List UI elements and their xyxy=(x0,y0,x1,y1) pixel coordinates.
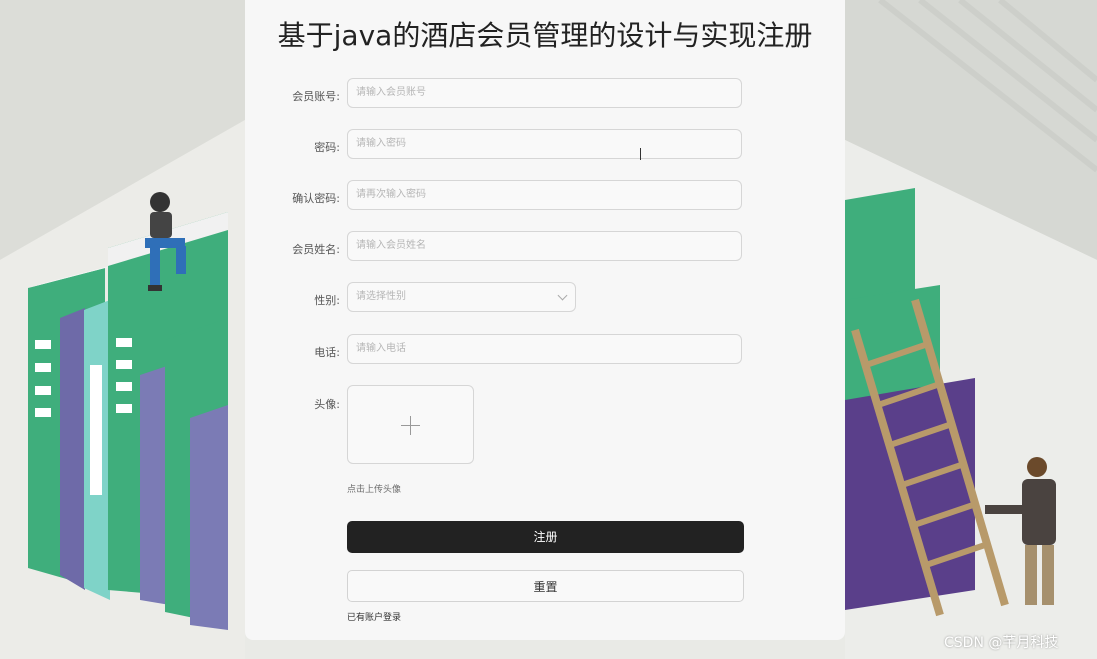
member-name-input[interactable]: 请输入会员姓名 xyxy=(347,231,742,261)
upload-hint: 点击上传头像 xyxy=(347,485,402,495)
phone-label: 电话: xyxy=(314,346,340,359)
plus-icon-horizontal xyxy=(401,425,420,426)
page-title: 基于java的酒店会员管理的设计与实现注册 xyxy=(277,19,813,52)
watermark: CSDN @芊月科技 xyxy=(944,635,1059,651)
text-cursor xyxy=(640,148,641,160)
account-label: 会员账号: xyxy=(292,90,340,103)
phone-input[interactable]: 请输入电话 xyxy=(347,334,742,364)
gender-select-placeholder: 请选择性别 xyxy=(356,291,406,302)
reset-button[interactable]: 重置 xyxy=(347,570,744,602)
register-panel: 基于java的酒店会员管理的设计与实现注册 会员账号: 请输入会员账号 密码: … xyxy=(245,0,845,640)
account-input[interactable]: 请输入会员账号 xyxy=(347,78,742,108)
member-name-label: 会员姓名: xyxy=(292,243,340,256)
login-link[interactable]: 已有账户登录 xyxy=(347,610,401,623)
avatar-upload[interactable] xyxy=(347,385,474,464)
chevron-down-icon xyxy=(557,290,568,301)
gender-label: 性别: xyxy=(314,294,340,307)
gender-select[interactable]: 请选择性别 xyxy=(347,282,576,312)
password-label: 密码: xyxy=(314,141,340,154)
confirm-password-label: 确认密码: xyxy=(292,192,340,205)
password-input[interactable]: 请输入密码 xyxy=(347,129,742,159)
confirm-password-input[interactable]: 请再次输入密码 xyxy=(347,180,742,210)
register-button[interactable]: 注册 xyxy=(347,521,744,553)
avatar-label: 头像: xyxy=(314,398,340,411)
